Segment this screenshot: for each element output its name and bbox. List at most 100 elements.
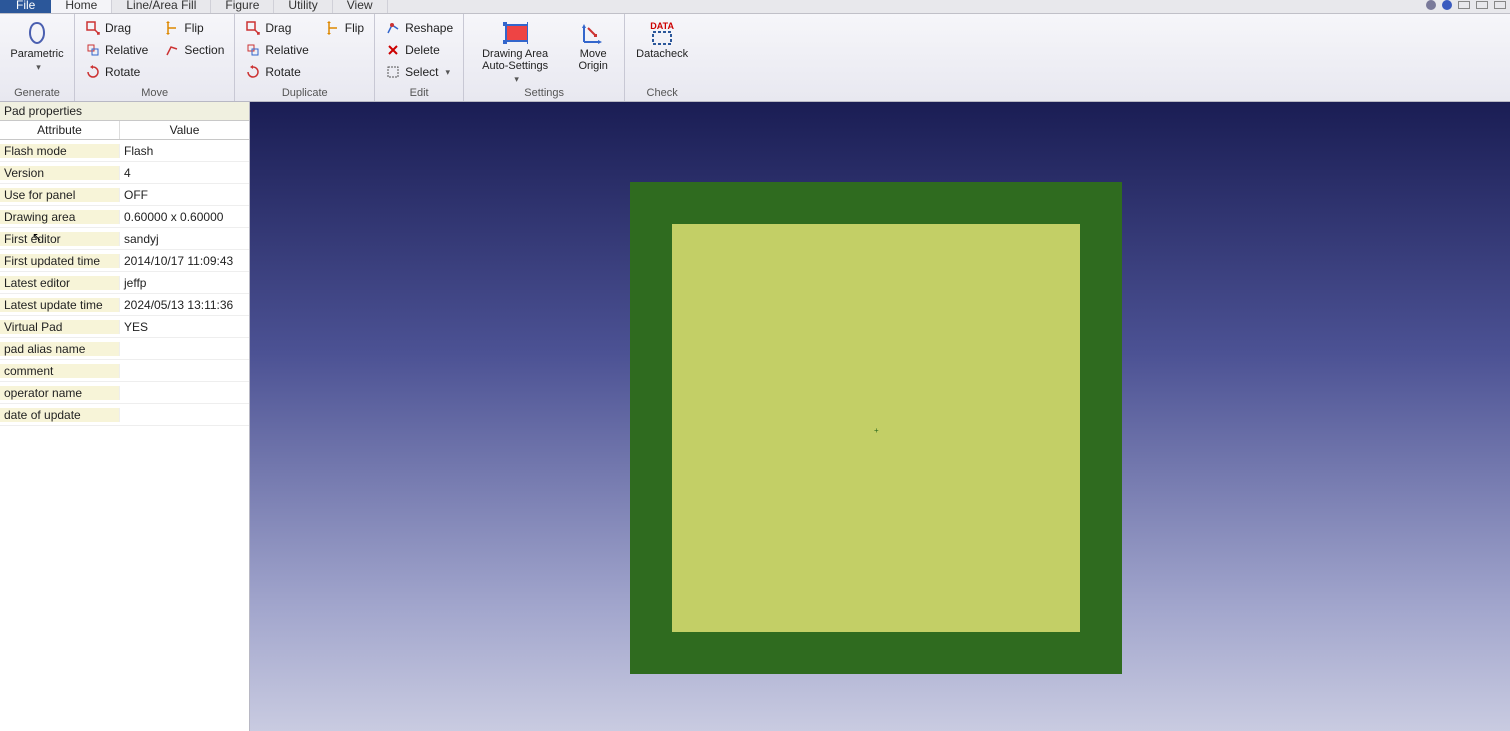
ribbon-group-edit: Reshape Delete Select Edit	[375, 14, 464, 101]
prop-value[interactable]: OFF	[120, 188, 249, 202]
ribbon-group-duplicate: Drag Relative Rotate Flip Duplicate	[235, 14, 375, 101]
move-drag-button[interactable]: Drag	[81, 18, 152, 38]
prop-value[interactable]: jeffp	[120, 276, 249, 290]
prop-key: First updated time	[0, 254, 120, 268]
delete-icon	[385, 42, 401, 58]
rotate-icon	[85, 64, 101, 80]
tab-figure[interactable]: Figure	[211, 0, 274, 13]
tab-utility[interactable]: Utility	[274, 0, 332, 13]
prop-row[interactable]: date of update	[0, 404, 249, 426]
prop-value[interactable]: 0.60000 x 0.60000	[120, 210, 249, 224]
prop-row[interactable]: Flash modeFlash	[0, 140, 249, 162]
prop-rows: Flash modeFlashVersion4Use for panelOFFD…	[0, 140, 249, 426]
prop-key: pad alias name	[0, 342, 120, 356]
move-relative-label: Relative	[105, 43, 148, 57]
reshape-label: Reshape	[405, 21, 453, 35]
window-controls	[1426, 0, 1506, 10]
info-icon[interactable]	[1442, 0, 1452, 10]
menu-tabs: File Home Line/Area Fill Figure Utility …	[0, 0, 1510, 14]
prop-row[interactable]: Latest editorjeffp	[0, 272, 249, 294]
ribbon-group-move: Drag Relative Rotate Flip Sect	[75, 14, 235, 101]
prop-key: Latest editor	[0, 276, 120, 290]
prop-key: Virtual Pad	[0, 320, 120, 334]
prop-row[interactable]: Drawing area0.60000 x 0.60000	[0, 206, 249, 228]
ribbon-group-check: DATA Datacheck Check	[625, 14, 699, 101]
select-icon	[385, 64, 401, 80]
tab-file[interactable]: File	[0, 0, 51, 13]
move-rotate-button[interactable]: Rotate	[81, 62, 152, 82]
move-origin-icon	[580, 20, 606, 46]
drag-icon	[85, 20, 101, 36]
dup-relative-button[interactable]: Relative	[241, 40, 312, 60]
dup-rotate-button[interactable]: Rotate	[241, 62, 312, 82]
flip-icon	[164, 20, 180, 36]
col-value: Value	[120, 121, 249, 139]
prop-row[interactable]: Version4	[0, 162, 249, 184]
datacheck-label: Datacheck	[636, 48, 688, 60]
group-label-check: Check	[631, 86, 693, 101]
prop-value[interactable]: 2014/10/17 11:09:43	[120, 254, 249, 268]
prop-value[interactable]: 4	[120, 166, 249, 180]
prop-value[interactable]: sandyj	[120, 232, 249, 246]
group-label-settings: Settings	[470, 86, 618, 101]
prop-value[interactable]: Flash	[120, 144, 249, 158]
tab-view[interactable]: View	[333, 0, 388, 13]
move-flip-label: Flip	[184, 21, 203, 35]
prop-row[interactable]: Virtual PadYES	[0, 316, 249, 338]
close-button[interactable]	[1494, 1, 1506, 9]
move-origin-label: Move Origin	[568, 48, 618, 72]
prop-key: Version	[0, 166, 120, 180]
prop-row[interactable]: Use for panelOFF	[0, 184, 249, 206]
maximize-button[interactable]	[1476, 1, 1488, 9]
prop-value[interactable]: 2024/05/13 13:11:36	[120, 298, 249, 312]
select-button[interactable]: Select	[381, 62, 457, 82]
origin-crosshair: +	[874, 426, 878, 430]
prop-key: comment	[0, 364, 120, 378]
minimize-button[interactable]	[1458, 1, 1470, 9]
move-section-button[interactable]: Section	[160, 40, 228, 60]
dup-flip-button[interactable]: Flip	[321, 18, 368, 38]
prop-value[interactable]: YES	[120, 320, 249, 334]
reshape-button[interactable]: Reshape	[381, 18, 457, 38]
col-attribute: Attribute	[0, 121, 120, 139]
section-icon	[164, 42, 180, 58]
dup-flip-label: Flip	[345, 21, 364, 35]
help-icon[interactable]	[1426, 0, 1436, 10]
dup-rotate-label: Rotate	[265, 65, 300, 79]
panel-title: Pad properties	[0, 102, 249, 121]
prop-row[interactable]: pad alias name	[0, 338, 249, 360]
properties-panel: Pad properties Attribute Value Flash mod…	[0, 102, 250, 731]
prop-key: Drawing area	[0, 210, 120, 224]
flip-icon	[325, 20, 341, 36]
ribbon-group-settings: Drawing Area Auto-Settings Move Origin S…	[464, 14, 625, 101]
parametric-icon	[24, 20, 50, 46]
datacheck-button[interactable]: DATA Datacheck	[631, 18, 693, 60]
ribbon: Parametric Generate Drag Relative Rotate	[0, 14, 1510, 102]
tab-home[interactable]: Home	[51, 0, 112, 13]
drawing-area-button[interactable]: Drawing Area Auto-Settings	[470, 18, 560, 85]
move-relative-button[interactable]: Relative	[81, 40, 152, 60]
prop-key: Flash mode	[0, 144, 120, 158]
parametric-button[interactable]: Parametric	[6, 18, 68, 73]
rotate-icon	[245, 64, 261, 80]
cursor-icon: ↖	[32, 230, 42, 244]
select-label: Select	[405, 65, 438, 79]
delete-button[interactable]: Delete	[381, 40, 457, 60]
delete-label: Delete	[405, 43, 440, 57]
group-label-generate: Generate	[6, 86, 68, 101]
move-flip-button[interactable]: Flip	[160, 18, 228, 38]
dup-drag-button[interactable]: Drag	[241, 18, 312, 38]
prop-row[interactable]: First updated time2014/10/17 11:09:43	[0, 250, 249, 272]
group-label-edit: Edit	[381, 86, 457, 101]
drawing-canvas[interactable]: +	[250, 102, 1510, 731]
prop-key: Use for panel	[0, 188, 120, 202]
prop-row[interactable]: comment	[0, 360, 249, 382]
prop-row[interactable]: operator name	[0, 382, 249, 404]
tab-line-area[interactable]: Line/Area Fill	[112, 0, 211, 13]
prop-row[interactable]: Latest update time2024/05/13 13:11:36	[0, 294, 249, 316]
prop-key: Latest update time	[0, 298, 120, 312]
move-origin-button[interactable]: Move Origin	[568, 18, 618, 72]
prop-key: First editor	[0, 232, 120, 246]
relative-icon	[245, 42, 261, 58]
main-area: Pad properties Attribute Value Flash mod…	[0, 102, 1510, 731]
